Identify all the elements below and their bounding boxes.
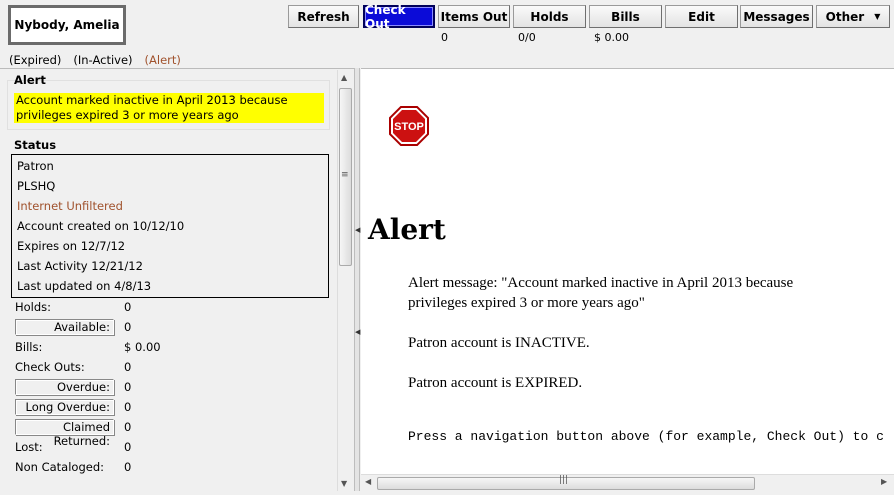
holds-label: Holds: xyxy=(15,300,52,314)
patron-flags: (Expired) (In-Active) (Alert) xyxy=(9,53,193,67)
claimed-returned-label: Claimed Returned: xyxy=(15,419,114,448)
non-cataloged-value: 0 xyxy=(124,460,132,474)
pane-splitter[interactable]: ◀ ◀ xyxy=(354,68,360,495)
scroll-down-arrow-icon[interactable]: ▼ xyxy=(341,479,347,488)
stop-sign-icon: STOP xyxy=(389,106,429,146)
other-menu-button[interactable]: Other ▼ xyxy=(816,5,890,28)
bills-amount: $ 0.00 xyxy=(594,31,629,44)
alert-text: Account marked inactive in April 2013 be… xyxy=(14,93,324,123)
lost-value: 0 xyxy=(124,440,132,454)
alert-message-line-2: privileges expired 3 or more years ago" xyxy=(408,295,645,311)
alert-group-title: Alert xyxy=(14,73,46,87)
stop-sign-text: STOP xyxy=(394,121,424,133)
patron-name: Nybody, Amelia xyxy=(14,18,120,32)
right-pane-horizontal-scrollbar[interactable]: ◀ ||| ▶ xyxy=(361,474,894,491)
flag-inactive: (In-Active) xyxy=(73,53,133,67)
scroll-right-arrow-icon[interactable]: ▶ xyxy=(881,477,887,486)
window-bottom-border xyxy=(0,491,894,495)
status-group-title: Status xyxy=(14,138,57,152)
status-last-activity: Last Activity 12/21/12 xyxy=(17,259,143,273)
patron-name-box[interactable]: Nybody, Amelia xyxy=(8,5,126,45)
status-internet: Internet Unfiltered xyxy=(17,199,123,213)
holds-value: 0 xyxy=(124,300,132,314)
items-out-count: 0 xyxy=(441,31,448,44)
alert-message-line-1: Alert message: "Account marked inactive … xyxy=(408,275,794,291)
holds-count: 0/0 xyxy=(518,31,536,44)
grip-icon: ||| xyxy=(559,475,569,485)
inactive-message: Patron account is INACTIVE. xyxy=(408,335,590,351)
available-value: 0 xyxy=(124,320,132,334)
alert-heading: Alert xyxy=(368,213,446,246)
status-last-updated: Last updated on 4/8/13 xyxy=(17,279,152,293)
bills-value: $ 0.00 xyxy=(124,340,161,354)
checkouts-value: 0 xyxy=(124,360,132,374)
bills-button[interactable]: Bills xyxy=(589,5,662,28)
expired-message: Patron account is EXPIRED. xyxy=(408,375,583,391)
collapse-left-icon[interactable]: ◀ xyxy=(355,226,360,234)
claimed-returned-value: 0 xyxy=(124,420,132,434)
flag-alert[interactable]: (Alert) xyxy=(145,53,181,67)
alert-content-pane: STOP Alert Alert message: "Account marke… xyxy=(361,68,894,495)
chevron-down-icon: ▼ xyxy=(874,12,881,21)
grip-icon: ≡ xyxy=(341,170,349,180)
status-list: Patron PLSHQ Internet Unfiltered Account… xyxy=(11,154,329,298)
status-expires: Expires on 12/7/12 xyxy=(17,239,126,253)
checkouts-label: Check Outs: xyxy=(15,360,85,374)
edit-button[interactable]: Edit xyxy=(665,5,738,28)
long-overdue-label: Long Overdue: xyxy=(15,399,114,415)
scroll-left-arrow-icon[interactable]: ◀ xyxy=(365,477,371,486)
lost-label: Lost: xyxy=(15,440,43,454)
flag-expired: (Expired) xyxy=(9,53,62,67)
left-pane-scrollbar[interactable]: ▲ ≡ ▼ xyxy=(337,70,352,491)
overdue-label: Overdue: xyxy=(15,379,114,395)
overdue-value: 0 xyxy=(124,380,132,394)
check-out-button[interactable]: Check Out xyxy=(363,3,435,31)
items-out-button[interactable]: Items Out xyxy=(438,5,510,28)
refresh-button[interactable]: Refresh xyxy=(288,5,359,28)
messages-button[interactable]: Messages xyxy=(740,5,813,28)
non-cataloged-label: Non Cataloged: xyxy=(15,460,104,474)
bills-label: Bills: xyxy=(15,340,43,354)
available-label: Available: xyxy=(15,319,114,335)
collapse-right-icon[interactable]: ◀ xyxy=(355,328,360,336)
long-overdue-value: 0 xyxy=(124,400,132,414)
status-created: Account created on 10/12/10 xyxy=(17,219,185,233)
scroll-up-arrow-icon[interactable]: ▲ xyxy=(341,73,347,82)
holds-button[interactable]: Holds xyxy=(513,5,586,28)
status-library: PLSHQ xyxy=(17,179,56,193)
navigation-hint: Press a navigation button above (for exa… xyxy=(408,429,884,444)
status-patron-type: Patron xyxy=(17,159,54,173)
